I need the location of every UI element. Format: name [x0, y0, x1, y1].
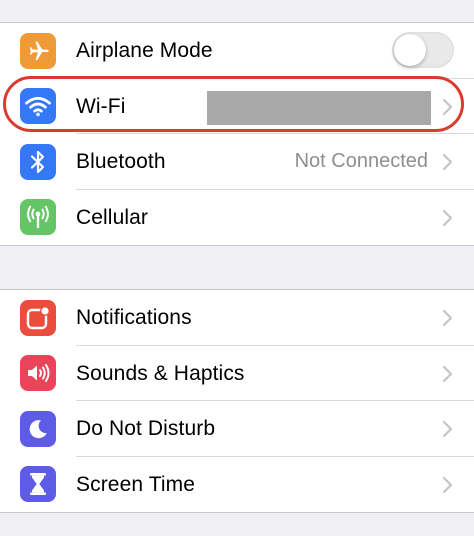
wifi-icon: [20, 88, 56, 125]
bluetooth-icon: [20, 143, 56, 180]
screen-time-label: Screen Time: [76, 472, 195, 496]
chevron-right-icon: [442, 209, 453, 226]
cellular-antenna-icon: [20, 199, 56, 236]
do-not-disturb-label: Do Not Disturb: [76, 417, 216, 440]
chevron-right-icon: [442, 309, 453, 327]
chevron-right-icon: [442, 365, 453, 382]
hourglass-icon: [20, 466, 56, 503]
airplane-icon: [20, 32, 56, 69]
notifications-group: Notifications Sounds & Haptics Do Not Di…: [0, 289, 474, 513]
cellular-label: Cellular: [76, 205, 148, 229]
bluetooth-row[interactable]: Bluetooth Not Connected: [0, 134, 474, 190]
airplane-mode-label: Airplane Mode: [76, 39, 213, 62]
wifi-network-name-redacted: [207, 90, 431, 125]
moon-icon: [20, 410, 56, 447]
screen-time-row[interactable]: Screen Time: [0, 457, 474, 513]
sounds-haptics-row[interactable]: Sounds & Haptics: [0, 346, 474, 401]
wifi-row[interactable]: Wi-Fi: [0, 79, 474, 134]
toggle-knob: [394, 34, 426, 66]
chevron-right-icon: [442, 420, 453, 438]
speaker-icon: [20, 355, 56, 392]
chevron-right-icon: [442, 153, 453, 171]
settings-screen: Airplane Mode Wi-Fi Bluetooth Not Connec…: [0, 0, 474, 536]
cellular-row[interactable]: Cellular: [0, 190, 474, 246]
bluetooth-status: Not Connected: [294, 150, 428, 172]
airplane-mode-toggle[interactable]: [392, 32, 454, 68]
wifi-label: Wi-Fi: [76, 94, 126, 118]
notifications-row[interactable]: Notifications: [0, 290, 474, 346]
chevron-right-icon: [442, 476, 453, 493]
connectivity-group: Airplane Mode Wi-Fi Bluetooth Not Connec…: [0, 22, 474, 246]
do-not-disturb-row[interactable]: Do Not Disturb: [0, 401, 474, 457]
airplane-mode-row[interactable]: Airplane Mode: [0, 23, 474, 79]
notifications-label: Notifications: [76, 306, 192, 329]
bluetooth-label: Bluetooth: [76, 150, 166, 173]
chevron-right-icon: [442, 98, 453, 115]
sounds-haptics-label: Sounds & Haptics: [76, 361, 245, 385]
notifications-icon: [20, 299, 56, 336]
